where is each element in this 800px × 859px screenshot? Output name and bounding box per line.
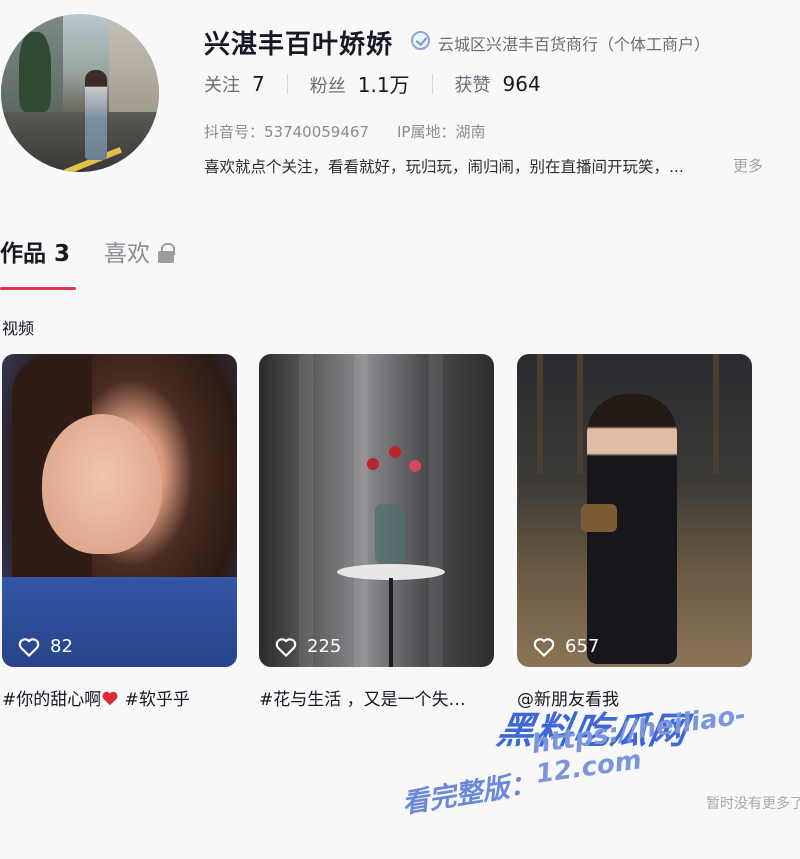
thumbnail-photo-tree [713,354,719,474]
thumbnail-photo-curtain [429,354,443,667]
thumbnail-photo-tree [537,354,543,474]
no-more-text: 暂时没有更多了 [706,796,800,812]
profile-stats: 关注 7 粉丝 1.1万 获赞 964 [204,69,541,98]
like-count: 82 [18,636,73,657]
video-caption[interactable]: #你的甜心啊 #软乎乎 [2,685,237,710]
stat-likes: 获赞 964 [455,71,541,97]
tab-label: 喜欢 [104,241,151,267]
like-count: 225 [275,636,341,657]
thumbnail-photo-flower [409,460,421,472]
profile-nickname: 兴湛丰百叶娇娇 [204,30,394,60]
thumbnail-photo-flower [367,458,379,470]
avatar-photo-person [85,70,107,160]
section-label: 视频 [2,319,35,338]
stat-label: 关注 [204,74,240,96]
avatar-photo-tree [19,32,51,112]
red-heart-icon [102,691,118,706]
avatar-photo-building [109,14,159,124]
douyin-id: 抖音号：53740059467 [204,123,369,141]
thumbnail-photo-face [42,414,162,554]
thumbnail-photo-vase [375,504,405,566]
verification-text[interactable]: 云城区兴湛丰百货商行（个体工商户） [438,31,710,55]
verified-badge-icon [411,31,430,50]
heart-icon [18,637,40,657]
like-count-value: 225 [307,636,342,657]
stat-value: 7 [252,71,265,96]
stat-divider [286,73,288,94]
video-card[interactable]: 657 [517,354,752,667]
thumbnail-photo-table-leg [389,578,393,667]
heart-icon [533,637,555,657]
heart-icon [275,637,297,657]
stat-divider [431,73,433,94]
tab-likes[interactable]: 喜欢 [104,234,176,290]
watermark-prefix: 看完整版： [400,768,539,820]
profile-tabs: 作品 3 喜欢 [0,234,176,290]
video-caption[interactable]: #花与生活 ，又是一个失… [259,685,494,710]
tab-works[interactable]: 作品 3 [0,234,77,290]
stat-label: 获赞 [454,74,491,96]
stat-value: 1.1万 [357,73,410,97]
like-count-value: 82 [50,636,73,657]
stat-label: 粉丝 [309,76,346,97]
thumbnail-photo-curtain [354,354,368,667]
video-card[interactable]: 82 [2,354,237,667]
lock-icon [158,243,176,263]
thumbnail-photo-flower [389,446,401,458]
bio-more-link[interactable]: 更多 [733,155,763,176]
like-count-value: 657 [565,636,600,657]
profile-bio: 喜欢就点个关注，看看就好，玩归玩，闹归闹，别在直播间开玩笑，... [204,158,684,176]
avatar[interactable] [1,14,159,172]
stat-followers[interactable]: 粉丝 1.1万 [310,69,410,98]
stat-following[interactable]: 关注 7 [204,71,265,97]
like-count: 657 [533,636,599,657]
video-card[interactable]: 225 [259,354,494,667]
ip-location: IP属地：湖南 [396,123,486,141]
video-caption-text: #软乎乎 [119,690,190,710]
thumbnail-photo-curtain [299,354,313,667]
thumbnail-photo-bag [581,504,617,532]
profile-meta: 抖音号：53740059467 IP属地：湖南 [204,121,485,142]
tab-label: 作品 3 [0,241,71,267]
thumbnail-photo-tree [577,354,583,474]
stat-value: 964 [502,71,541,96]
video-caption-text: #你的甜心啊 [2,690,102,710]
